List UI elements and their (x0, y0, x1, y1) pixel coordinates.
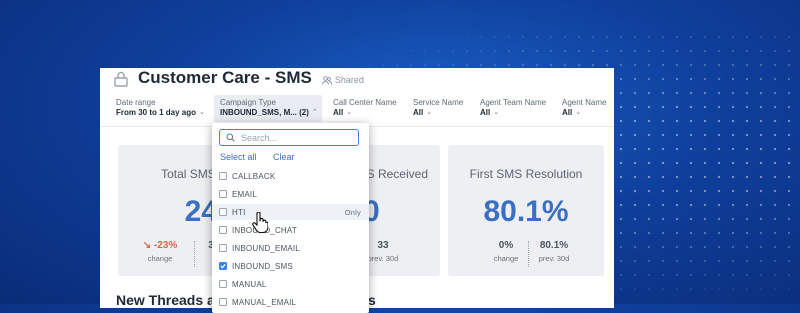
chevron-down-icon: ⌄ (426, 109, 433, 116)
option-callback[interactable]: CALLBACK (212, 168, 369, 184)
option-label: CALLBACK (232, 171, 276, 181)
option-label: INBOUND_EMAIL (232, 243, 300, 253)
page-title: Customer Care - SMS (138, 68, 312, 87)
chevron-down-icon: ⌄ (199, 109, 205, 116)
option-inbound-chat[interactable]: INBOUND_CHAT (212, 222, 369, 238)
option-label: HTI (232, 207, 246, 217)
filter-label: Call Center Name (333, 98, 397, 107)
checkbox[interactable] (219, 190, 227, 198)
filter-value: All (413, 108, 424, 117)
filter-label: Agent Team Name (480, 98, 547, 107)
stat-value: -23% (153, 240, 178, 251)
chevron-down-icon: ⌄ (493, 109, 500, 116)
option-label: MANUAL_EMAIL (232, 297, 297, 307)
card-title: First SMS Resolution (469, 167, 583, 181)
option-hti[interactable]: HTI Only (212, 204, 369, 220)
only-link[interactable]: Only (345, 208, 361, 217)
search-icon (226, 133, 235, 142)
chevron-down-icon: ⌄ (346, 109, 353, 116)
filter-label: Date range (116, 98, 156, 107)
search-input[interactable] (241, 132, 351, 143)
checkmark-icon (220, 263, 226, 269)
chevron-up-icon: ⌃ (311, 109, 318, 116)
filter-service-name[interactable]: Service Name All ⌄ (413, 98, 463, 118)
card-big-value: 80.1% (483, 195, 569, 228)
dashboard-header: Customer Care - SMS Shared (114, 68, 364, 88)
filter-bar: Date range From 30 to 1 day ago ⌄ Campaig… (100, 90, 614, 127)
filter-campaign-type[interactable]: Campaign Type INBOUND_SMS, M... (2) ⌃ (214, 95, 322, 122)
checkbox[interactable] (219, 208, 227, 216)
shared-badge[interactable]: Shared (321, 75, 364, 85)
chevron-down-icon: ⌄ (575, 109, 582, 116)
shared-label: Shared (334, 75, 364, 85)
filter-value: All (562, 108, 573, 117)
filter-value: All (480, 108, 491, 117)
clear-link[interactable]: Clear (273, 152, 295, 162)
filter-label: Campaign Type (220, 98, 276, 107)
campaign-type-dropdown: Select all Clear CALLBACK EMAIL HTI Only… (212, 123, 369, 313)
filter-date-range[interactable]: Date range From 30 to 1 day ago ⌄ (116, 98, 205, 118)
stat-sub: change (147, 254, 173, 263)
filter-agent-name[interactable]: Agent Name All ⌄ (562, 98, 606, 118)
section-title-left: New Threads an (116, 292, 224, 308)
kpi-card-first-sms-resolution: First SMS Resolution 80.1% 0% change 80.… (448, 145, 604, 276)
card-big-value: 24 (184, 195, 218, 228)
option-inbound-sms[interactable]: INBOUND_SMS (212, 258, 369, 274)
option-label: EMAIL (232, 189, 258, 199)
option-email[interactable]: EMAIL (212, 186, 369, 202)
lock-icon (114, 71, 128, 87)
stat-sub: change (493, 254, 519, 263)
stat-value: 33 (377, 240, 389, 251)
section-title-new-threads: New Threads an (116, 292, 223, 308)
stat-sub: prev. 30d (367, 254, 399, 263)
select-all-link[interactable]: Select all (220, 152, 257, 162)
filter-label: Service Name (413, 98, 464, 107)
option-inbound-email[interactable]: INBOUND_EMAIL (212, 240, 369, 256)
card-stat-change: 0% change (488, 240, 524, 263)
divider (194, 241, 196, 267)
divider (528, 241, 530, 267)
card-stat-prev: 33 prev. 30d (363, 240, 403, 263)
option-label: MANUAL (232, 279, 267, 289)
option-manual-email[interactable]: MANUAL_EMAIL (212, 294, 369, 310)
hand-pointer-cursor-icon (252, 212, 268, 234)
filter-agent-team-name[interactable]: Agent Team Name All ⌄ (480, 98, 546, 118)
card-stat-prev: 80.1% prev. 30d (534, 240, 574, 263)
dropdown-actions: Select all Clear (220, 152, 309, 162)
checkbox-checked[interactable] (219, 262, 227, 270)
checkbox[interactable] (219, 298, 227, 306)
filter-value: All (333, 108, 344, 117)
stat-value: 80.1% (539, 240, 569, 251)
section-title-right: s (368, 292, 376, 308)
card-stat-change: ↘ -23% change (140, 240, 180, 263)
filter-value: INBOUND_SMS, M... (2) (220, 108, 309, 117)
option-label: INBOUND_SMS (232, 261, 293, 271)
card-big-value: 0 (363, 195, 380, 228)
arrow-down-right-icon: ↘ (142, 240, 152, 251)
stat-sub: prev. 30d (538, 254, 570, 263)
checkbox[interactable] (219, 244, 227, 252)
users-icon (321, 75, 332, 85)
search-box[interactable] (219, 129, 359, 146)
filter-call-center-name[interactable]: Call Center Name All ⌄ (333, 98, 397, 118)
section-title-tail: s (368, 292, 376, 308)
filter-label: Agent Name (562, 98, 607, 107)
filter-value: From 30 to 1 day ago (116, 108, 197, 117)
checkbox[interactable] (219, 172, 227, 180)
option-manual[interactable]: MANUAL (212, 276, 369, 292)
stat-value: 0% (498, 240, 514, 251)
checkbox[interactable] (219, 280, 227, 288)
checkbox[interactable] (219, 226, 227, 234)
